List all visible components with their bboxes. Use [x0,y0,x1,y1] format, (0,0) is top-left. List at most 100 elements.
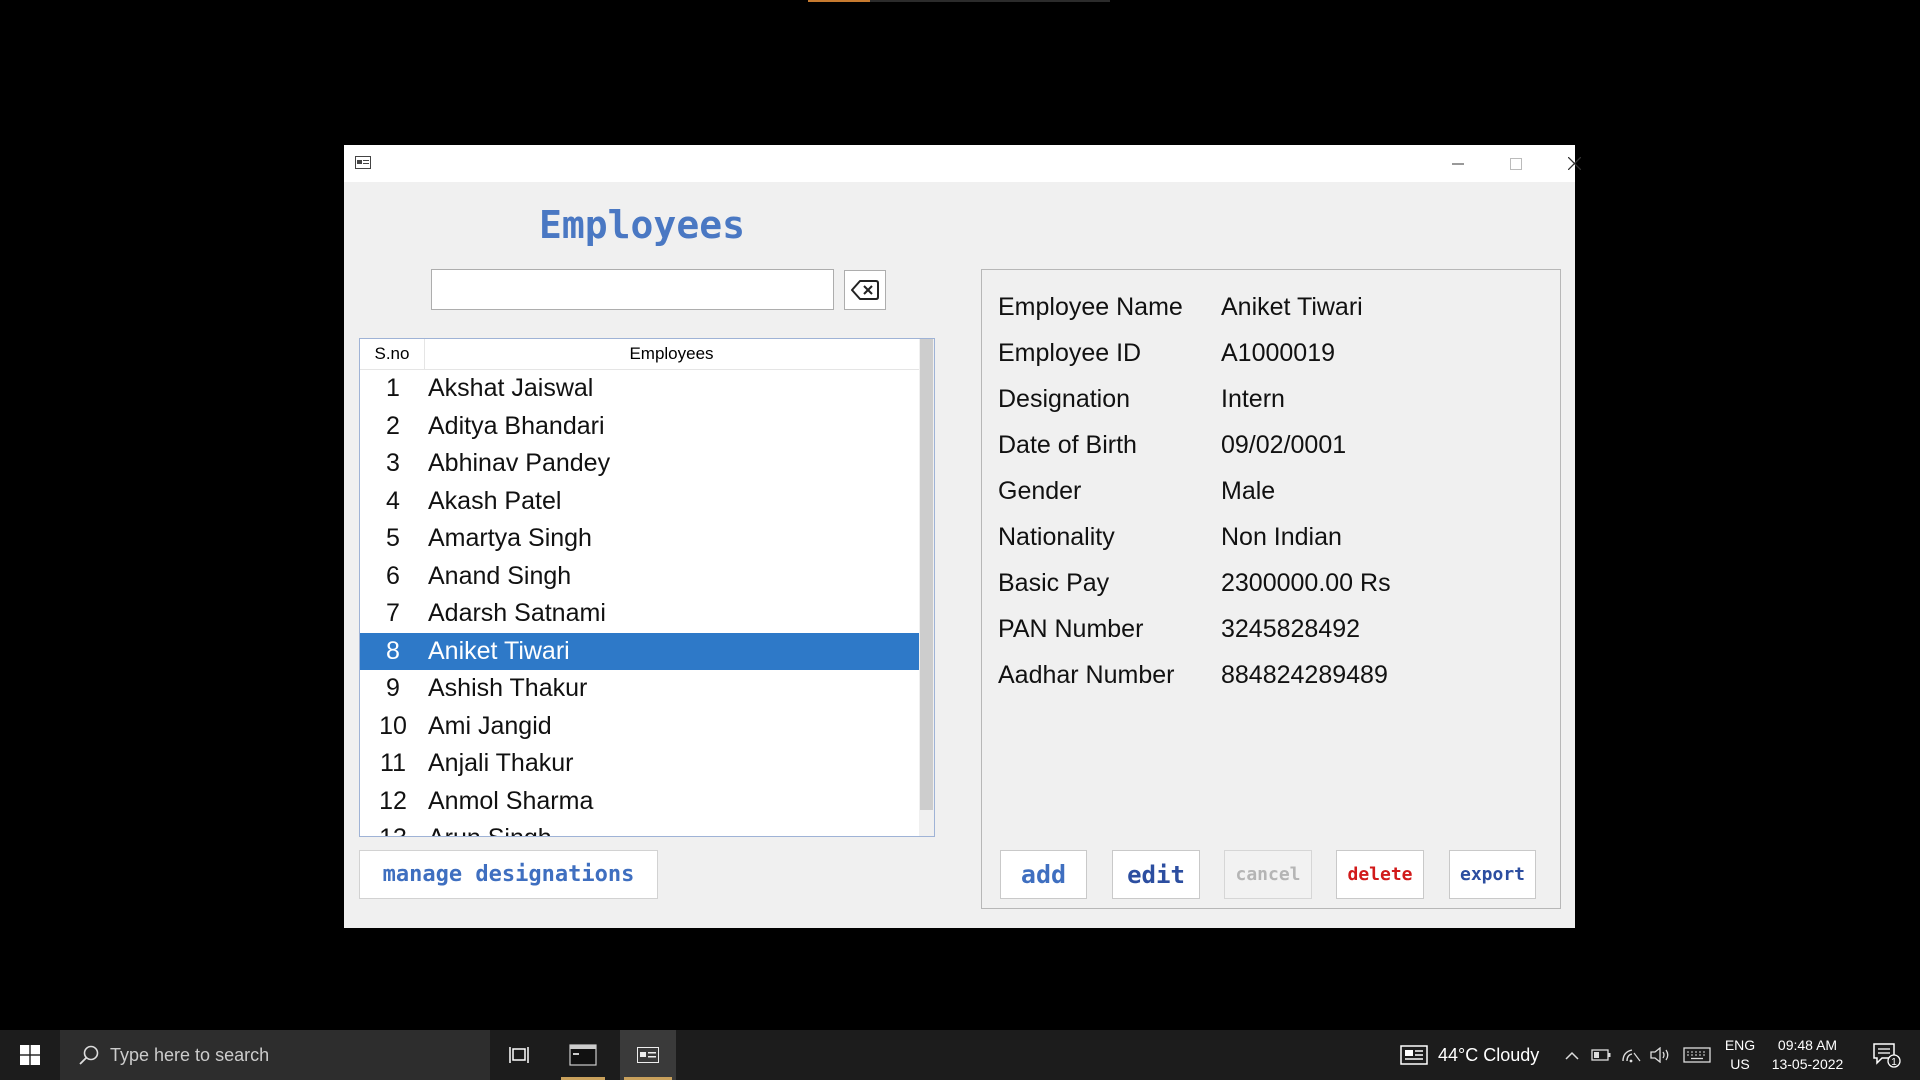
input-language-indicator[interactable]: ENG US [1720,1036,1760,1074]
list-item[interactable]: 10 Ami Jangid [360,708,919,746]
row-employee-name: Abhinav Pandey [428,449,611,477]
row-employee-name: Aditya Bhandari [428,411,605,440]
list-item[interactable]: 3 Abhinav Pandey [360,445,919,483]
region-code: US [1730,1056,1750,1072]
delete-button[interactable]: delete [1336,850,1424,899]
list-item[interactable]: 11 Anjali Thakur [360,745,919,783]
list-item[interactable]: 2 Aditya Bhandari [360,408,919,446]
edit-button[interactable]: edit [1112,850,1200,899]
task-view-button[interactable] [500,1030,540,1080]
list-item[interactable]: 7 Adarsh Satnami [360,595,919,633]
row-sno: 3 [386,449,400,477]
field-value: 884824289489 [1221,661,1388,689]
field-value: 3245828492 [1221,615,1361,643]
field-value: 09/02/0001 [1221,431,1347,459]
magnifier-icon [79,1045,99,1065]
field-value: Non Indian [1221,523,1342,551]
clock-time: 09:48 AM [1777,1037,1838,1053]
field-value: Intern [1221,385,1285,413]
minimize-icon [1452,163,1464,164]
row-sno: 1 [386,374,400,402]
list-header: S.no Employees [360,339,919,370]
terminal-taskbar-button[interactable] [557,1030,609,1080]
employees-app-taskbar-button[interactable] [620,1030,676,1080]
start-button[interactable] [0,1030,60,1080]
list-item[interactable]: 8 Aniket Tiwari [360,632,919,670]
clear-search-button[interactable] [844,270,886,310]
employee-list[interactable]: S.no Employees 1 Akshat Jaiswal 2 Aditya Bh… [359,338,935,837]
cancel-button[interactable]: cancel [1224,850,1312,899]
column-header-employees[interactable]: Employees [424,339,919,369]
news-weather-icon [1400,1045,1428,1065]
row-employee-name: Adarsh Satnami [428,599,606,627]
task-view-icon [509,1047,529,1063]
taskbar-search-placeholder: Type here to search [110,1045,270,1065]
row-employee-name: Akshat Jaiswal [428,374,594,402]
employee-details-panel: Employee Name Aniket Tiwari Employee ID A10… [981,269,1561,909]
close-icon [1567,157,1581,170]
field-label: Aadhar Number [998,661,1175,689]
list-item[interactable]: 4 Akash Patel [360,483,919,521]
field-label: Date of Birth [998,431,1137,459]
touch-keyboard-button[interactable] [1680,1030,1714,1080]
field-value: A1000019 [1221,339,1336,367]
row-employee-name: Akash Patel [428,486,562,515]
app-window-icon [355,156,371,169]
row-sno: 4 [386,486,400,515]
background-window-strip [808,0,1110,2]
field-label: Gender [998,477,1082,505]
export-button[interactable]: export [1449,850,1536,899]
keyboard-icon [1683,1047,1711,1063]
row-employee-name: Ami Jangid [428,711,552,740]
network-tray-button[interactable] [1618,1030,1644,1080]
row-sno: 8 [386,636,400,665]
show-hidden-icons-button[interactable] [1560,1030,1584,1080]
maximize-button[interactable] [1487,145,1545,182]
field-label: Basic Pay [998,569,1110,597]
page-title: Employees [539,203,745,247]
row-sno: 6 [386,561,400,590]
field-label: Nationality [998,523,1115,551]
search-input[interactable] [431,269,834,310]
row-sno: 9 [386,674,400,702]
volume-tray-button[interactable] [1648,1030,1674,1080]
row-sno: 2 [386,411,400,440]
field-label: PAN Number [998,615,1144,643]
employees-window: Employees S.no Employees 1 Akshat Jaiswal… [344,145,1581,928]
row-employee-name: Anand Singh [428,561,572,590]
language-code: ENG [1724,1037,1756,1053]
field-label: Employee Name [998,293,1183,321]
speaker-icon [1650,1047,1669,1063]
list-item[interactable]: 1 Akshat Jaiswal [360,370,919,408]
field-label: Employee ID [998,339,1142,367]
system-clock[interactable]: 09:48 AM 13-05-2022 [1765,1036,1850,1074]
title-bar[interactable] [344,145,1581,182]
list-item[interactable]: 6 Anand Singh [360,558,919,596]
battery-icon [1591,1049,1611,1061]
battery-tray-button[interactable] [1588,1030,1614,1080]
list-item[interactable]: 5 Amartya Singh [360,520,919,558]
list-rows: 1 Akshat Jaiswal 2 Aditya Bhandari 3 Abhinav … [360,370,919,836]
manage-designations-button[interactable]: manage designations [359,850,658,899]
notification-count: 1 [1891,1057,1897,1068]
taskbar-search[interactable]: Type here to search [60,1030,490,1080]
weather-widget[interactable]: 44°C Cloudy [1400,1030,1539,1080]
row-sno: 5 [386,524,400,552]
field-value: Aniket Tiwari [1221,293,1363,321]
app-window-icon [637,1047,659,1063]
column-header-sno[interactable]: S.no [360,339,425,369]
close-button[interactable] [1545,145,1603,182]
list-item[interactable]: 9 Ashish Thakur [360,670,919,708]
add-button[interactable]: add [1000,850,1087,899]
action-center-button[interactable]: 1 [1862,1030,1912,1080]
row-employee-name: Amartya Singh [428,524,592,552]
list-item[interactable]: 13Arun Singh [360,820,919,836]
list-item[interactable]: 12 Anmol Sharma [360,783,919,821]
wifi-icon [1622,1049,1641,1063]
list-scrollbar[interactable] [919,339,934,836]
notification-icon: 1 [1873,1043,1901,1068]
row-sno: 10 [379,711,407,740]
strip-accent [808,0,870,2]
scrollbar-thumb[interactable] [920,339,933,810]
minimize-button[interactable] [1429,145,1487,182]
